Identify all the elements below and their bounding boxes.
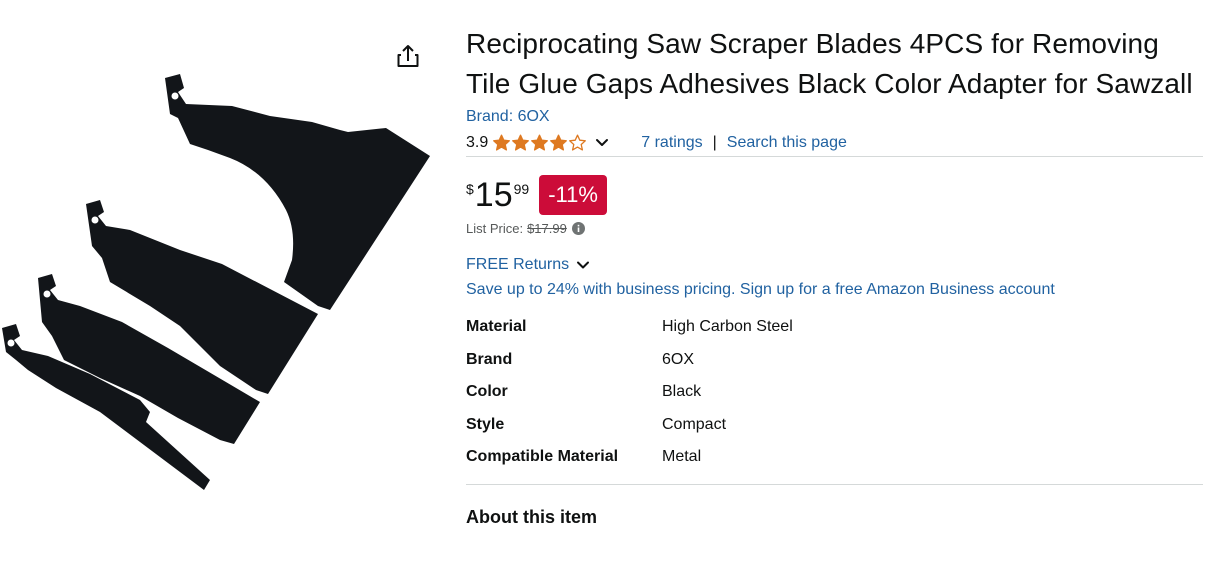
product-details: Reciprocating Saw Scraper Blades 4PCS fo… (466, 24, 1203, 529)
price-fraction: 99 (513, 181, 530, 197)
info-icon[interactable] (571, 222, 585, 235)
chevron-down-icon[interactable] (593, 134, 611, 152)
spec-value: High Carbon Steel (662, 318, 793, 336)
star-icon (512, 134, 530, 151)
price-symbol: $ (466, 181, 474, 197)
table-row: Style Compact (466, 409, 1203, 442)
spec-key: Style (466, 415, 505, 433)
discount-badge: -11% (539, 175, 607, 215)
table-row: Material High Carbon Steel (466, 311, 1203, 344)
business-pricing-link[interactable]: Save up to 24% with business pricing. Si… (466, 279, 1203, 301)
spec-table: Material High Carbon Steel Brand 6OX Col… (466, 311, 1203, 474)
spec-key: Brand (466, 350, 513, 368)
returns-row: FREE Returns (466, 254, 1203, 276)
table-row: Compatible Material Metal (466, 441, 1203, 474)
table-row: Brand 6OX (466, 344, 1203, 377)
price: $ 15 99 (466, 177, 529, 213)
product-title: Reciprocating Saw Scraper Blades 4PCS fo… (466, 28, 1193, 99)
image-gallery (0, 0, 440, 566)
rating-value: 3.9 (466, 134, 489, 151)
spec-value: Compact (662, 415, 727, 433)
table-row: Color Black (466, 376, 1203, 409)
product-image[interactable] (0, 60, 440, 500)
spec-key: Material (466, 318, 527, 336)
about-heading: About this item (466, 506, 597, 527)
divider (466, 156, 1203, 157)
list-price: List Price: $17.99 (466, 221, 1203, 236)
spec-value: 6OX (662, 350, 695, 368)
spec-value: Black (662, 383, 702, 401)
spec-value: Metal (662, 448, 702, 466)
price-whole: 15 (474, 176, 513, 214)
share-button[interactable] (394, 42, 422, 70)
separator: | (712, 134, 717, 151)
star-rating[interactable] (492, 134, 587, 152)
price-row: $ 15 99 -11% (466, 175, 1203, 215)
brand-link[interactable]: Brand: 6OX (466, 106, 1203, 128)
star-icon (569, 134, 587, 151)
star-icon (493, 134, 511, 151)
spec-key: Compatible Material (466, 448, 619, 466)
free-returns-link[interactable]: FREE Returns (466, 254, 569, 276)
search-this-page-link[interactable]: Search this page (727, 131, 847, 155)
list-price-label: List Price: (466, 221, 524, 236)
chevron-down-icon[interactable] (575, 257, 591, 273)
rating-row: 3.9 7 ratings | Search this page (466, 130, 1203, 156)
star-icon (531, 134, 549, 151)
ratings-count-link[interactable]: 7 ratings (641, 131, 702, 155)
share-icon (397, 45, 419, 67)
spec-key: Color (466, 383, 508, 401)
star-icon (550, 134, 568, 151)
list-price-value: $17.99 (527, 221, 567, 236)
divider (466, 483, 1203, 485)
